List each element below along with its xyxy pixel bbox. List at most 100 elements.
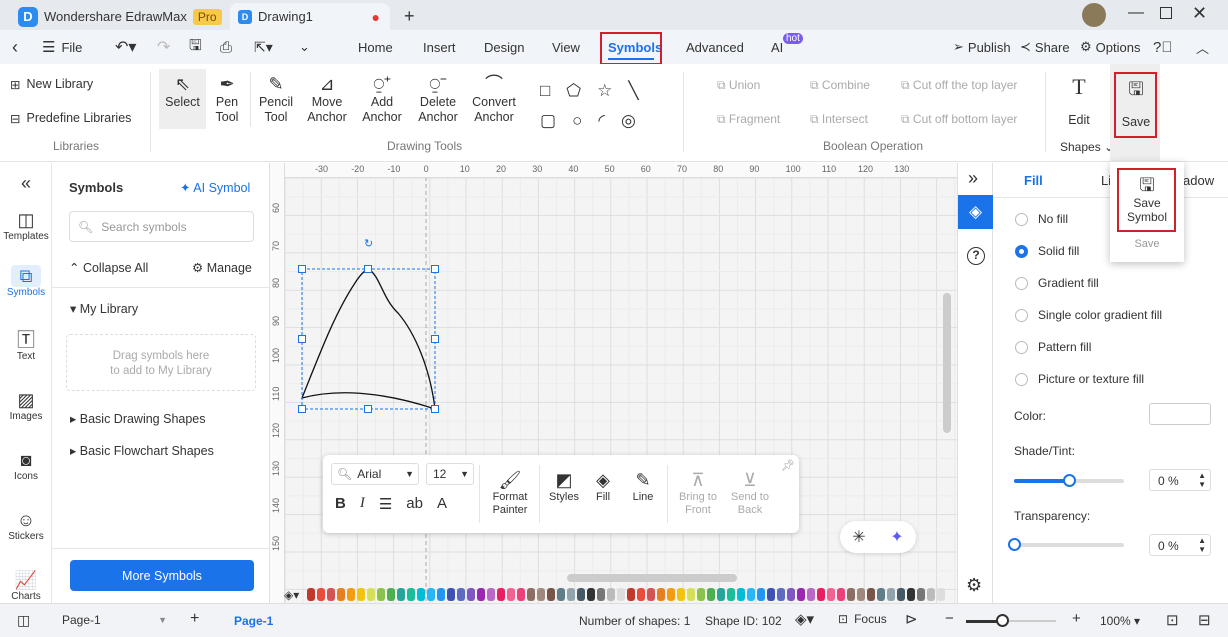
redo-icon[interactable]: ↷	[157, 30, 170, 64]
font-size-select[interactable]: 12 ▼	[426, 463, 474, 485]
color-swatch[interactable]	[787, 588, 796, 601]
play-icon[interactable]: ⊳	[905, 610, 918, 628]
shade-slider-handle[interactable]	[1063, 474, 1076, 487]
color-swatch[interactable]	[817, 588, 826, 601]
sidebar-item-charts[interactable]: 📈 Charts	[0, 569, 52, 602]
color-swatch[interactable]	[427, 588, 436, 601]
color-swatch[interactable]	[937, 588, 946, 601]
color-swatch[interactable]	[657, 588, 666, 601]
font-color-icon[interactable]: A	[437, 495, 447, 513]
pen-tool[interactable]: ✒ Pen Tool	[210, 73, 244, 125]
file-menu[interactable]: ☰ File	[42, 30, 82, 64]
sidebar-item-stickers[interactable]: ☺ Stickers	[0, 509, 52, 542]
fit-page-icon[interactable]: ⊡	[1166, 611, 1179, 629]
color-swatch[interactable]	[767, 588, 776, 601]
fill-option-picture[interactable]: Picture or texture fill	[1015, 372, 1144, 386]
spiral-icon[interactable]: ◎	[621, 111, 652, 130]
stepper-icon[interactable]: ▲ ▼	[1198, 471, 1206, 489]
fragment-button[interactable]: ⧉ Fragment	[717, 112, 780, 127]
sidebar-item-text[interactable]: 🅃 Text	[0, 329, 52, 362]
star-icon[interactable]: ☆	[597, 81, 628, 100]
color-swatch[interactable]	[887, 588, 896, 601]
color-swatch[interactable]	[727, 588, 736, 601]
color-swatch[interactable]	[627, 588, 636, 601]
color-swatch[interactable]	[557, 588, 566, 601]
tab-view[interactable]: View	[552, 30, 580, 64]
radio[interactable]	[1015, 212, 1028, 226]
publish-button[interactable]: ➢ Publish	[953, 30, 1011, 64]
radio-selected[interactable]	[1015, 244, 1028, 258]
color-swatch[interactable]	[587, 588, 596, 601]
zoom-in-button[interactable]: +	[1072, 610, 1081, 627]
radio[interactable]	[1015, 308, 1028, 322]
sidebar-item-images[interactable]: ▨ Images	[0, 389, 52, 422]
color-swatch[interactable]	[647, 588, 656, 601]
horizontal-scrollbar[interactable]	[567, 574, 737, 582]
shade-input[interactable]: 0 % ▲ ▼	[1149, 469, 1211, 491]
line-icon[interactable]: ╲	[628, 81, 654, 100]
radio[interactable]	[1015, 276, 1028, 290]
canvas-area[interactable]: ↻ -30 -20 -10 0 10 20 30 40 50 60 70 80 90 100 110 120 1…	[270, 163, 957, 603]
color-swatch[interactable]	[367, 588, 376, 601]
color-swatch[interactable]	[607, 588, 616, 601]
close-icon[interactable]: ✕	[1192, 3, 1207, 24]
color-swatch[interactable]	[507, 588, 516, 601]
tab-ai[interactable]: AI	[771, 30, 783, 64]
shapes-dropdown[interactable]: Shapes ⌄	[1060, 140, 1114, 154]
layers-icon[interactable]: ◈▾	[795, 610, 814, 628]
color-swatch[interactable]	[617, 588, 626, 601]
cut-bottom-button[interactable]: ⧉ Cut off bottom layer	[901, 112, 1017, 127]
pentagon-icon[interactable]: ⬠	[566, 81, 597, 100]
zoom-slider[interactable]	[966, 614, 1056, 627]
color-swatch[interactable]	[847, 588, 856, 601]
color-swatch[interactable]	[687, 588, 696, 601]
my-library-drop-zone[interactable]: Drag symbols here to add to My Library	[66, 334, 256, 391]
color-swatch[interactable]	[327, 588, 336, 601]
color-swatch[interactable]	[417, 588, 426, 601]
color-swatch[interactable]	[577, 588, 586, 601]
fill-panel-icon[interactable]: ◈	[958, 195, 993, 229]
search-input[interactable]: 🔍︎ Search symbols	[69, 211, 254, 242]
color-swatch[interactable]	[897, 588, 906, 601]
minimize-icon[interactable]: —	[1128, 4, 1144, 22]
color-swatch[interactable]	[387, 588, 396, 601]
tab-home[interactable]: Home	[358, 30, 393, 64]
color-swatch[interactable]	[597, 588, 606, 601]
collapse-all-button[interactable]: ⌃ Collapse All	[69, 260, 148, 275]
format-painter-button[interactable]: 🖌︎ Format Painter	[487, 469, 533, 517]
zoom-out-button[interactable]: −	[945, 610, 954, 627]
color-swatch[interactable]	[737, 588, 746, 601]
tab-design[interactable]: Design	[484, 30, 524, 64]
my-library-header[interactable]: ▾ My Library	[70, 301, 138, 316]
pin-icon[interactable]: 📌︎	[781, 459, 795, 472]
shade-slider[interactable]	[1014, 474, 1124, 487]
color-swatch[interactable]	[697, 588, 706, 601]
color-swatch[interactable]	[537, 588, 546, 601]
transparency-input[interactable]: 0 % ▲ ▼	[1149, 534, 1211, 556]
color-swatch[interactable]	[827, 588, 836, 601]
document-tab[interactable]: D Drawing1 ●	[230, 3, 390, 30]
radio[interactable]	[1015, 372, 1028, 386]
user-avatar[interactable]	[1082, 3, 1106, 27]
fill-option-gradient[interactable]: Gradient fill	[1015, 276, 1099, 290]
rounded-rectangle-icon[interactable]: ▢	[540, 111, 572, 130]
zoom-level[interactable]: 100% ▾	[1100, 614, 1140, 628]
collapse-sidebar-icon[interactable]: «	[0, 173, 52, 194]
arc-icon[interactable]: ◜	[598, 111, 621, 130]
tab-advanced[interactable]: Advanced	[686, 30, 744, 64]
pencil-tool[interactable]: ✎ Pencil Tool	[256, 73, 296, 125]
library-basic-flowchart-shapes[interactable]: ▸ Basic Flowchart Shapes	[70, 443, 214, 458]
color-swatch[interactable]	[377, 588, 386, 601]
color-swatch[interactable]	[907, 588, 916, 601]
fill-bucket-icon[interactable]: ◈▾	[284, 588, 299, 602]
fill-option-pattern[interactable]: Pattern fill	[1015, 340, 1091, 354]
color-swatch[interactable]	[547, 588, 556, 601]
page-panel-icon[interactable]: ◫	[17, 612, 30, 629]
transparency-slider[interactable]	[1008, 538, 1124, 551]
color-swatch[interactable]	[317, 588, 326, 601]
convert-anchor-tool[interactable]: ⌒ Convert Anchor	[468, 73, 520, 125]
sidebar-item-templates[interactable]: ◫ Templates	[0, 209, 52, 242]
color-swatch[interactable]	[397, 588, 406, 601]
align-icon[interactable]: ☰	[379, 495, 392, 513]
tab-shadow[interactable]: adow	[1183, 173, 1214, 188]
